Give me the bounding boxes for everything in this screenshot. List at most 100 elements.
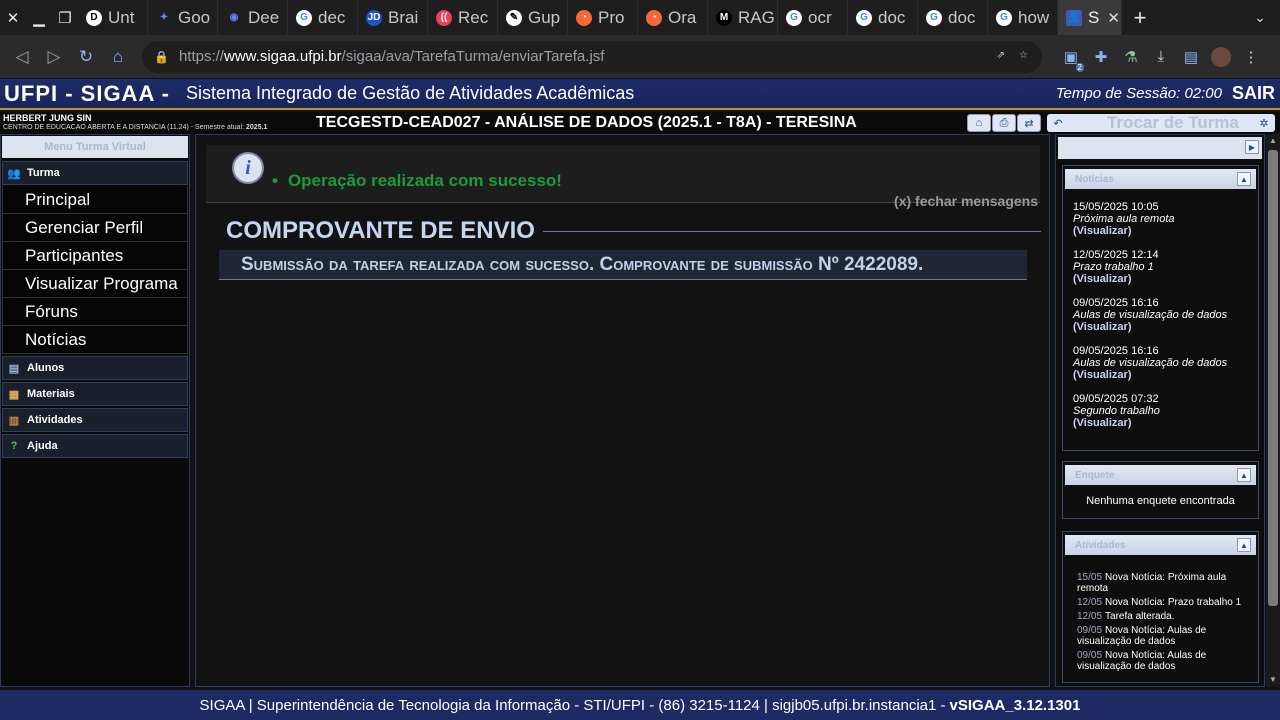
forward-icon[interactable]: ▷: [38, 41, 70, 73]
people-icon: 👥: [7, 167, 21, 180]
menu-section[interactable]: ▦ Materiais: [2, 382, 188, 406]
download-icon[interactable]: ⤓: [1146, 42, 1176, 72]
menu-section[interactable]: ▥ Atividades: [2, 408, 188, 432]
menu-section-label: Materiais: [27, 388, 75, 400]
menu-section[interactable]: ▤ Alunos: [2, 356, 188, 380]
activity-date: 09/05: [1077, 650, 1103, 661]
side-panel-icon[interactable]: ▤: [1176, 42, 1206, 72]
profile-avatar[interactable]: [1206, 42, 1236, 72]
collapse-icon[interactable]: ▲: [1237, 172, 1251, 186]
scroll-up-icon[interactable]: ▲: [1268, 136, 1278, 146]
back-icon[interactable]: ◁: [6, 41, 38, 73]
tab-favicon-icon: ✦: [156, 9, 172, 26]
browser-tab[interactable]: Gocr: [778, 0, 848, 35]
reload-icon[interactable]: ↻: [70, 41, 102, 73]
browser-menu-icon[interactable]: ⋮: [1236, 42, 1266, 72]
close-messages-link[interactable]: (x) fechar mensagens: [894, 193, 1038, 209]
tab-favicon-icon: M: [716, 9, 732, 26]
activity-item[interactable]: 09/05 Nova Notícia: Aulas de visualização…: [1063, 650, 1258, 672]
scroll-down-icon[interactable]: ▼: [1268, 675, 1278, 685]
activity-item[interactable]: 12/05 Nova Notícia: Prazo trabalho 1: [1063, 597, 1258, 608]
browser-tab[interactable]: ((Rec: [428, 0, 498, 35]
activity-item[interactable]: 15/05 Nova Notícia: Próxima aula remota: [1063, 572, 1258, 594]
news-view-link[interactable]: (Visualizar): [1073, 369, 1248, 381]
browser-tab[interactable]: ◔ Ora: [638, 0, 708, 35]
close-window-icon[interactable]: ✕: [0, 0, 26, 35]
url-domain: www.sigaa.ufpi.br: [223, 48, 342, 65]
active-tab[interactable]: 👤 S ✕: [1058, 0, 1122, 35]
tab-label: Brai: [388, 7, 419, 27]
page-title: COMPROVANTE DE ENVIO: [226, 217, 535, 244]
right-sidebar-header: ▶: [1058, 137, 1262, 159]
activities-title: Atividades: [1075, 540, 1126, 551]
browser-tab[interactable]: Gdec: [288, 0, 358, 35]
browser-tab[interactable]: ◉ Dee: [218, 0, 288, 35]
tab-favicon-icon: ◔: [576, 9, 592, 26]
close-tab-icon[interactable]: ✕: [1107, 9, 1120, 27]
page-title-row: COMPROVANTE DE ENVIO: [226, 217, 1041, 245]
switch-class-button[interactable]: ↶ Trocar de Turma ✲: [1047, 113, 1275, 132]
menu-item[interactable]: Gerenciar Perfil: [2, 214, 188, 242]
expand-arrow-icon[interactable]: ▶: [1245, 140, 1259, 154]
news-panel: Notícias ▲ 15/05/2025 10:05 Próxima aula r…: [1062, 165, 1259, 451]
menu-item[interactable]: Visualizar Programa: [2, 270, 188, 298]
menu-item[interactable]: Participantes: [2, 242, 188, 270]
bookmark-icon[interactable]: ☆: [1019, 50, 1028, 61]
activity-item[interactable]: 12/05 Tarefa alterada.: [1063, 611, 1258, 622]
menu-item[interactable]: Principal: [2, 186, 188, 214]
url-prefix: https://: [178, 48, 224, 65]
new-tab-button[interactable]: +: [1122, 5, 1158, 31]
menu-section[interactable]: ? Ajuda: [2, 434, 188, 458]
browser-tab[interactable]: M RAG: [708, 0, 778, 35]
news-view-link[interactable]: (Visualizar): [1073, 321, 1248, 333]
extensions-icon[interactable]: ✚: [1086, 42, 1116, 72]
footer: SIGAA | Superintendência de Tecnologia d…: [0, 690, 1280, 720]
swap-icon[interactable]: ⇄: [1017, 114, 1041, 132]
tab-label: doc: [878, 7, 906, 27]
tab-label: ocr: [808, 7, 832, 27]
tab-label: how: [1018, 7, 1050, 27]
browser-tab[interactable]: D Unt: [78, 0, 148, 35]
browser-tab[interactable]: ✎ Gup: [498, 0, 568, 35]
sigaa-brand[interactable]: UFPI - SIGAA -: [0, 81, 170, 107]
minimize-window-icon[interactable]: ▁: [26, 0, 52, 35]
activity-date: 12/05: [1077, 597, 1103, 608]
restore-window-icon[interactable]: ❐: [52, 0, 78, 35]
settings-icon[interactable]: ✲: [1253, 117, 1275, 130]
news-title: Aulas de visualização de dados: [1073, 309, 1228, 321]
activity-item[interactable]: 09/05 Nova Notícia: Aulas de visualização…: [1063, 625, 1258, 647]
scroll-thumb[interactable]: [1268, 150, 1278, 606]
news-view-link[interactable]: (Visualizar): [1073, 225, 1248, 237]
print-icon[interactable]: ⎙: [992, 114, 1016, 132]
browser-tab[interactable]: ✦ Goo: [148, 0, 218, 35]
tab-label: Gup: [528, 7, 561, 27]
browser-tab[interactable]: Gdoc: [848, 0, 918, 35]
bitwarden-extension-icon[interactable]: ▣ 2: [1056, 42, 1086, 72]
logout-link[interactable]: SAIR: [1232, 83, 1275, 104]
activities-panel: Atividades ▲ 15/05 Nova Notícia: Próxima a…: [1062, 531, 1259, 683]
tab-label: dec: [318, 7, 346, 27]
semester: 2025.1: [246, 124, 268, 131]
browser-tab[interactable]: JD Brai: [358, 0, 428, 35]
news-view-link[interactable]: (Visualizar): [1073, 273, 1248, 285]
browser-tab[interactable]: Gdoc: [918, 0, 988, 35]
message-box: i • Operação realizada com sucesso! (x) f…: [206, 145, 1040, 209]
home-icon[interactable]: ⌂: [967, 114, 991, 132]
page-scrollbar[interactable]: ▲ ▼: [1266, 134, 1280, 687]
activity-text: Nova Notícia: Prazo trabalho 1: [1105, 597, 1242, 608]
flask-extension-icon[interactable]: ⚗: [1116, 42, 1146, 72]
address-bar[interactable]: 🔒 https://www.sigaa.ufpi.br/sigaa/ava/Ta…: [142, 40, 1042, 73]
browser-tab[interactable]: ◔ Pro: [568, 0, 638, 35]
collapse-icon[interactable]: ▲: [1237, 538, 1251, 552]
home-icon[interactable]: ⌂: [102, 41, 134, 73]
help-icon: ?: [10, 440, 18, 452]
news-title: Prazo trabalho 1: [1073, 261, 1154, 273]
share-icon[interactable]: ⇗: [997, 50, 1005, 61]
news-view-link[interactable]: (Visualizar): [1073, 417, 1248, 429]
collapse-icon[interactable]: ▲: [1237, 468, 1251, 482]
menu-item[interactable]: Notícias: [2, 326, 188, 354]
menu-section-turma[interactable]: 👥 Turma: [2, 161, 188, 185]
tab-search-icon[interactable]: ⌄: [1240, 9, 1280, 26]
browser-tab[interactable]: Ghow: [988, 0, 1058, 35]
menu-item[interactable]: Fóruns: [2, 298, 188, 326]
